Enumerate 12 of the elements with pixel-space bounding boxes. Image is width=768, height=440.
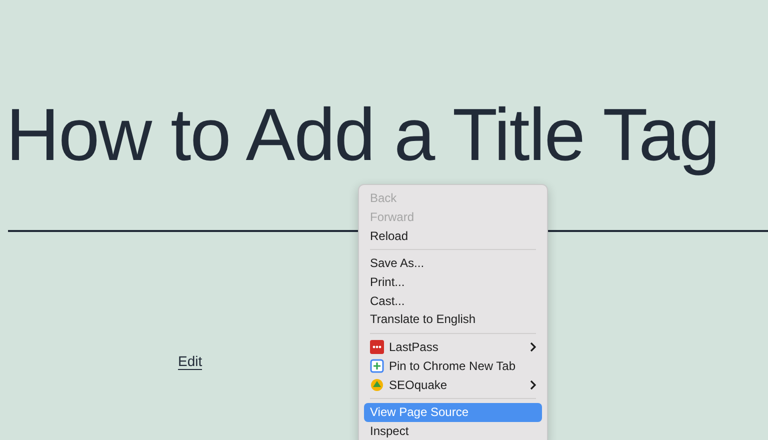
menu-item[interactable]: LastPass: [364, 338, 542, 356]
edit-link[interactable]: Edit: [178, 354, 202, 370]
menu-item[interactable]: Print...: [364, 272, 542, 292]
menu-item[interactable]: Save As...: [364, 254, 542, 273]
menu-item[interactable]: Translate to English: [364, 310, 542, 329]
menu-item[interactable]: Cast...: [364, 291, 542, 310]
lastpass-icon: [370, 340, 384, 354]
menu-item[interactable]: Pin to Chrome New Tab: [364, 356, 542, 376]
menu-item[interactable]: Reload: [364, 226, 542, 246]
menu-item[interactable]: Inspect: [364, 422, 542, 440]
plus-icon: [370, 358, 384, 373]
menu-item[interactable]: SEOquake: [364, 375, 542, 394]
